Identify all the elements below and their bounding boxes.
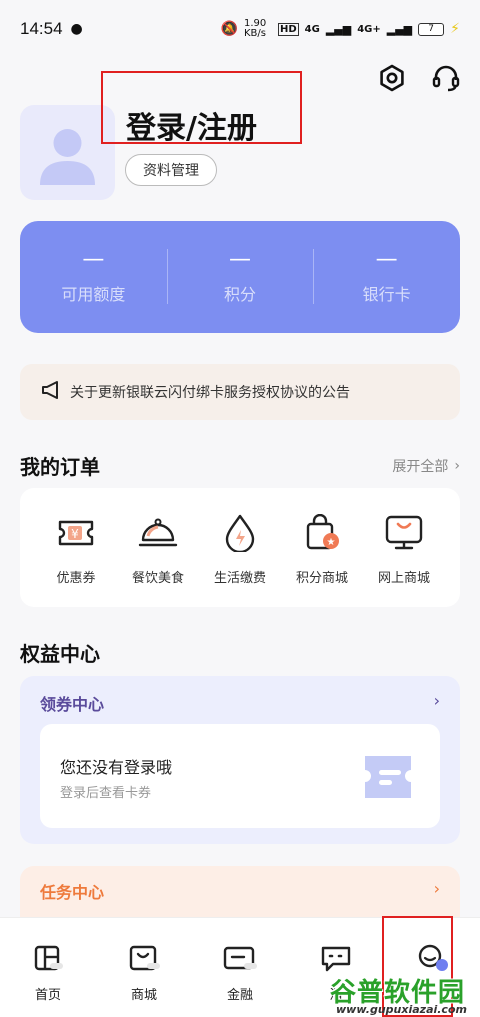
order-item-label: 生活缴费	[213, 571, 266, 586]
order-item-label: 餐饮美食	[131, 571, 184, 586]
orders-card: ¥ 优惠券 餐饮美食 生活缴费 ★ 积分商城 网上商城	[20, 488, 460, 607]
stat-label: 积分	[224, 285, 257, 304]
signal-4g-label: 4G	[304, 23, 320, 35]
stat-value: —	[82, 247, 105, 272]
nav-shop[interactable]: 商城	[96, 918, 192, 1017]
stat-available-credit[interactable]: — 可用额度	[20, 221, 167, 333]
order-item-dining[interactable]: 餐饮美食	[117, 488, 199, 607]
settings-icon[interactable]	[376, 62, 408, 94]
svg-text:★: ★	[327, 537, 336, 548]
nav-home[interactable]: 首页	[0, 918, 96, 1017]
stat-value: —	[229, 247, 251, 272]
watermark-url: www.gupuxiazai.com	[336, 1003, 467, 1016]
signal-bars-icon-2: ▂▄▆	[386, 22, 413, 36]
header-actions	[376, 62, 462, 94]
login-hint-text: 登录后查看卡券	[60, 786, 152, 801]
coupon-center-title[interactable]: 领券中心	[40, 691, 104, 715]
coupon-icon: ¥	[56, 513, 96, 553]
hd-label: HD	[277, 22, 299, 36]
stat-label: 银行卡	[362, 285, 411, 304]
online-mall-icon	[384, 513, 424, 553]
expand-all-link[interactable]: 展开全部 ›	[392, 456, 460, 476]
signal-bars-icon: ▂▄▆	[325, 22, 352, 36]
status-time: 14:54	[20, 19, 63, 38]
customer-service-icon[interactable]	[430, 62, 462, 94]
coupon-center-card: 领券中心 › 您还没有登录哦 登录后查看卡券	[20, 676, 460, 844]
stat-value: —	[375, 247, 398, 272]
status-bar: 14:54 ● 🔕 1.90 KB/s HD 4G ▂▄▆ 4G+ ▂▄▆ 7 …	[0, 0, 480, 58]
net-speed: 1.90 KB/s	[243, 18, 267, 39]
points-mall-icon: ★	[302, 513, 342, 553]
not-logged-in-text: 您还没有登录哦	[60, 758, 173, 777]
charging-icon: ⚡	[450, 21, 460, 37]
expand-all-label: 展开全部	[392, 459, 449, 475]
stat-points[interactable]: — 积分	[166, 221, 314, 333]
home-icon	[30, 940, 66, 976]
login-register-title[interactable]: 登录/注册	[126, 103, 257, 147]
order-item-label: 积分商城	[295, 571, 348, 586]
megaphone-icon	[40, 380, 62, 404]
shop-icon	[126, 940, 162, 976]
chevron-right-icon: ›	[454, 458, 460, 474]
profile-manage-button[interactable]: 资料管理	[125, 154, 217, 186]
stat-bank-cards[interactable]: — 银行卡	[313, 221, 460, 333]
message-icon	[318, 940, 354, 976]
benefits-center-title: 权益中心	[20, 642, 100, 666]
battery-icon: 7	[418, 22, 445, 36]
order-item-label: 优惠券	[56, 571, 96, 586]
mute-icon: 🔕	[220, 21, 238, 37]
coupon-empty-card[interactable]: 您还没有登录哦 登录后查看卡券	[40, 724, 440, 828]
nav-label: 金融	[226, 988, 253, 1003]
task-center-title[interactable]: 任务中心	[40, 879, 104, 903]
site-watermark: 谷普软件园 www.gupuxiazai.com	[330, 972, 480, 1017]
order-item-utilities[interactable]: 生活缴费	[199, 488, 281, 607]
utility-icon	[220, 513, 260, 553]
order-item-points-mall[interactable]: ★ 积分商城	[281, 488, 363, 607]
profile-icon	[414, 940, 450, 976]
my-orders-title: 我的订单	[20, 455, 100, 479]
signal-4g-plus-label: 4G+	[357, 23, 381, 35]
finance-icon	[222, 940, 258, 976]
stat-label: 可用额度	[61, 285, 126, 304]
nav-label: 商城	[130, 988, 157, 1003]
chevron-right-icon[interactable]: ›	[434, 691, 440, 710]
nav-finance[interactable]: 金融	[192, 918, 288, 1017]
account-stats-card: — 可用额度 — 积分 — 银行卡	[20, 221, 460, 333]
order-item-online-mall[interactable]: 网上商城	[363, 488, 445, 607]
announcement-bar[interactable]: 关于更新银联云闪付绑卡服务授权协议的公告	[20, 364, 460, 420]
svg-text:¥: ¥	[71, 527, 79, 541]
announcement-text: 关于更新银联云闪付绑卡服务授权协议的公告	[70, 385, 350, 401]
status-right: 🔕 1.90 KB/s HD 4G ▂▄▆ 4G+ ▂▄▆ 7 ⚡	[221, 19, 460, 39]
app-status-icon: ●	[70, 21, 83, 37]
order-item-label: 网上商城	[377, 571, 430, 586]
dining-icon	[138, 513, 178, 553]
order-item-coupon[interactable]: ¥ 优惠券	[35, 488, 117, 607]
nav-label: 首页	[34, 988, 61, 1003]
chevron-right-icon[interactable]: ›	[434, 879, 440, 898]
ticket-icon	[361, 752, 415, 806]
